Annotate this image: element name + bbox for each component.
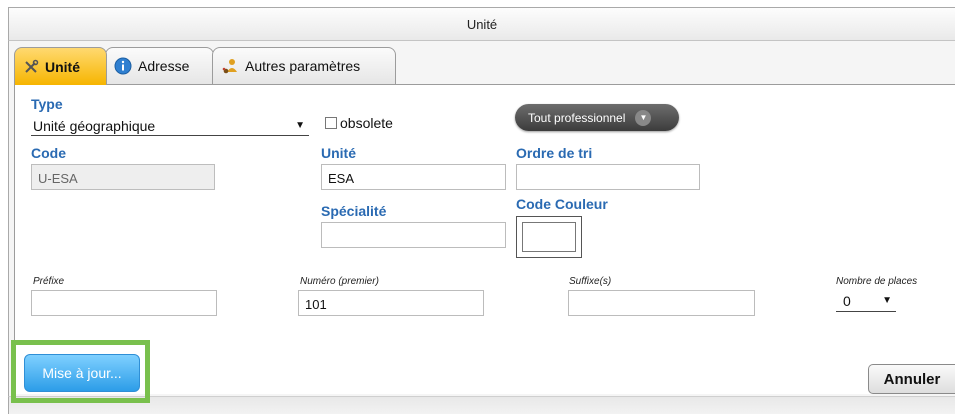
suffixe-field[interactable] [568,290,755,316]
ordre-de-tri-label: Ordre de tri [516,145,593,161]
type-label: Type [31,96,63,112]
chevron-down-icon: ▼ [295,120,305,131]
obsolete-checkbox[interactable] [325,117,337,129]
color-picker[interactable] [516,216,582,258]
tab-autres-parametres[interactable]: Autres paramètres [212,47,396,84]
unite-label: Unité [321,145,356,161]
type-select-value: Unité géographique [33,117,156,134]
user-settings-icon [221,57,239,75]
dialog-title-bar: Unité [8,7,955,41]
nombre-de-places-select[interactable]: 0 ▼ [836,290,896,312]
prefixe-label: Préfixe [33,276,65,287]
window-footer-strip [8,396,955,414]
tab-adresse[interactable]: Adresse [105,47,214,84]
suffixe-label: Suffixe(s) [569,276,612,287]
specialite-label: Spécialité [321,203,387,219]
chevron-down-icon: ▼ [635,109,652,126]
dialog-title: Unité [466,16,498,32]
tout-professionnel-label: Tout professionnel [528,110,626,125]
tab-label: Adresse [138,58,190,74]
annuler-button[interactable]: Annuler [868,364,955,394]
code-label: Code [31,145,66,161]
nombre-de-places-value: 0 [843,292,851,309]
code-field[interactable]: U-ESA [31,164,215,190]
ordre-de-tri-field[interactable] [516,164,700,190]
chevron-down-icon: ▼ [882,295,892,306]
obsolete-label: obsolete [340,115,393,131]
code-couleur-label: Code Couleur [516,196,608,212]
obsolete-option[interactable]: obsolete [325,114,393,132]
prefixe-field[interactable] [31,290,217,316]
numero-label: Numéro (premier) [300,276,379,287]
nombre-de-places-label: Nombre de places [836,276,918,287]
color-swatch [522,222,576,252]
tools-icon [23,59,39,75]
numero-field[interactable]: 101 [298,290,484,316]
tout-professionnel-dropdown[interactable]: Tout professionnel ▼ [515,104,679,131]
mise-a-jour-button[interactable]: Mise à jour... [24,354,140,392]
info-icon [114,57,132,75]
tab-unite[interactable]: Unité [14,47,107,85]
type-select[interactable]: Unité géographique ▼ [31,116,309,136]
unite-field[interactable]: ESA [321,164,506,190]
tab-label: Autres paramètres [245,58,361,74]
specialite-field[interactable] [321,222,506,248]
tab-label: Unité [45,58,80,75]
